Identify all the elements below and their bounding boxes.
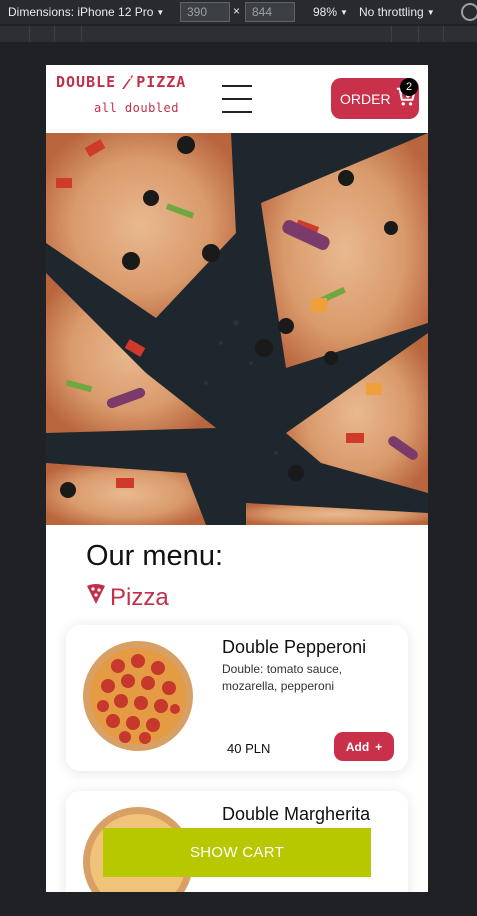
- add-to-cart-button[interactable]: Add +: [334, 732, 394, 761]
- dimension-separator: ×: [233, 4, 241, 18]
- logo-word-pizza: PIZZA: [136, 73, 187, 91]
- site-header: DOUBLE PIZZA all doubled ORDER 2: [46, 65, 428, 133]
- cart-count-badge: 2: [400, 78, 418, 96]
- item-description: Double: tomato sauce, mozarella, peppero…: [222, 662, 343, 693]
- category-label: Pizza: [110, 583, 169, 611]
- device-dimensions-label: Dimensions: iPhone 12 Pro: [8, 5, 154, 19]
- zoom-select[interactable]: 98% ▼: [313, 5, 348, 19]
- tagline: all doubled: [94, 101, 179, 115]
- viewport-width-input[interactable]: 390: [180, 2, 230, 22]
- caret-down-icon: ▼: [340, 7, 348, 17]
- item-name: Double Pepperoni: [222, 637, 367, 657]
- device-dimensions-select[interactable]: Dimensions: iPhone 12 Pro ▼: [8, 5, 164, 19]
- pizza-category-icon: [86, 583, 106, 612]
- hero-pizza-image: [46, 133, 428, 525]
- plus-icon: +: [375, 739, 383, 754]
- category-pizza: Pizza: [86, 583, 169, 612]
- order-label: ORDER: [340, 90, 391, 107]
- item-name: Double Margherita: [222, 804, 371, 824]
- devtools-toolbar: Dimensions: iPhone 12 Pro ▼ 390 × 844 98…: [0, 0, 477, 24]
- caret-down-icon: ▼: [426, 7, 435, 17]
- add-label: Add: [345, 739, 370, 754]
- menu-title: Our menu:: [86, 540, 223, 572]
- zoom-label: 98%: [313, 5, 338, 19]
- media-query-bar: [0, 26, 477, 42]
- throttling-label: No throttling: [359, 5, 424, 19]
- rotate-icon[interactable]: [461, 3, 477, 21]
- pizza-slice-icon: [120, 74, 134, 90]
- viewport-height-input[interactable]: 844: [245, 2, 295, 22]
- item-price: 40 PLN: [227, 741, 271, 756]
- logo-word-double: DOUBLE: [56, 73, 117, 91]
- show-cart-button[interactable]: SHOW CART: [103, 828, 371, 877]
- menu-icon[interactable]: [222, 85, 252, 113]
- device-viewport: DOUBLE PIZZA all doubled ORDER 2 Our men…: [46, 65, 428, 892]
- pizza-image: [83, 641, 193, 751]
- menu-item-card: Double Pepperoni Double: tomato sauce, m…: [66, 625, 408, 771]
- caret-down-icon: ▼: [156, 7, 165, 17]
- throttling-select[interactable]: No throttling ▼: [359, 5, 435, 19]
- logo[interactable]: DOUBLE PIZZA all doubled: [56, 73, 206, 115]
